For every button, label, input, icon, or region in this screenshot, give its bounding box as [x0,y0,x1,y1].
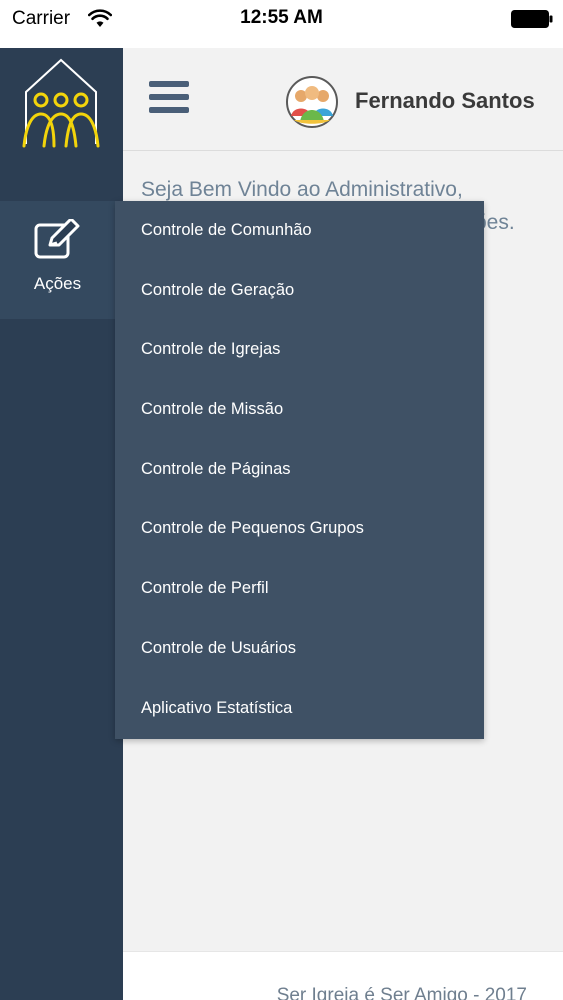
top-header: Fernando Santos [123,48,563,151]
menu-item-controle-perfil[interactable]: Controle de Perfil [115,559,484,619]
footer: Ser Igreja é Ser Amigo - 2017 [123,951,563,1000]
group-avatar-icon[interactable] [286,76,338,128]
footer-text: Ser Igreja é Ser Amigo - 2017 [276,985,527,1000]
battery-icon [511,10,553,28]
user-name[interactable]: Fernando Santos [355,88,535,114]
status-time: 12:55 AM [240,7,323,28]
menu-item-controle-usuarios[interactable]: Controle de Usuários [115,619,484,679]
sidebar-item-acoes[interactable]: Ações [0,201,123,319]
menu-item-controle-comunhao[interactable]: Controle de Comunhão [115,201,484,261]
welcome-text: Seja Bem Vindo ao Administrativo, [141,178,463,201]
menu-item-controle-igrejas[interactable]: Controle de Igrejas [115,320,484,380]
sidebar-item-label: Ações [33,274,82,293]
menu-item-aplicativo-estatistica[interactable]: Aplicativo Estatística [115,679,484,739]
sidebar: Ações [0,48,123,1000]
status-bar: Carrier 12:55 AM [0,0,563,48]
hamburger-icon[interactable] [149,81,189,117]
menu-item-controle-paginas[interactable]: Controle de Páginas [115,440,484,500]
menu-item-controle-missao[interactable]: Controle de Missão [115,380,484,440]
menu-item-controle-geracao[interactable]: Controle de Geração [115,261,484,321]
church-people-logo-icon[interactable] [18,56,104,152]
edit-icon [34,219,80,259]
actions-dropdown-menu: Controle de Comunhão Controle de Geração… [115,201,484,739]
menu-item-controle-pequenos-grupos[interactable]: Controle de Pequenos Grupos [115,499,484,559]
